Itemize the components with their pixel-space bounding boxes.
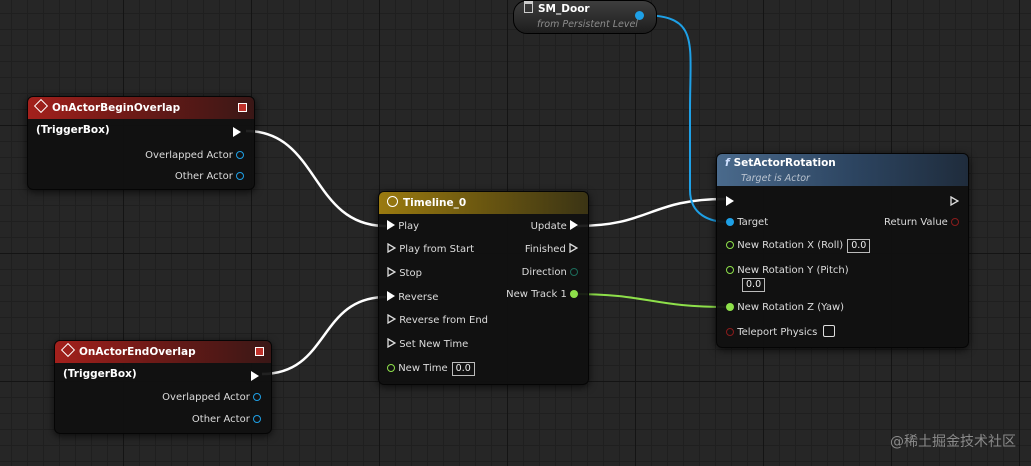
new-time-input[interactable]: 0.0: [451, 362, 475, 376]
enum-pin-icon: [570, 268, 578, 276]
exec-pin-icon: [387, 220, 395, 230]
set-rotation-title: SetActorRotation: [733, 157, 836, 169]
end-overlap-title: OnActorEndOverlap (TriggerBox): [63, 346, 196, 380]
object-pin-icon: [253, 415, 261, 423]
begin-overlapped-actor-pin[interactable]: Overlapped Actor: [145, 149, 244, 163]
begin-other-actor-pin[interactable]: Other Actor: [175, 170, 244, 184]
float-pin-icon: [570, 290, 578, 298]
on-actor-end-overlap-node[interactable]: OnActorEndOverlap (TriggerBox) Overlappe…: [54, 340, 272, 434]
event-diamond-icon: [33, 98, 49, 114]
sm-door-reference-node[interactable]: SM_Door from Persistent Level: [513, 0, 657, 34]
float-pin-icon: [726, 303, 734, 311]
teleport-physics-checkbox[interactable]: [823, 325, 836, 337]
timeline-node[interactable]: Timeline_0 Play Play from Start Stop Rev…: [378, 191, 589, 385]
sm-door-title: SM_Door: [538, 3, 590, 15]
set-rotation-exec-out[interactable]: [950, 196, 959, 206]
exec-pin-icon: [387, 338, 396, 348]
float-pin-icon: [387, 364, 395, 372]
delegate-pin-icon[interactable]: [255, 347, 264, 356]
watermark-text: @稀土掘金技术社区: [890, 434, 1016, 450]
exec-pin-icon: [570, 220, 578, 230]
float-pin-icon: [726, 266, 734, 274]
delegate-pin-icon[interactable]: [238, 103, 247, 112]
function-icon: f: [725, 157, 730, 169]
on-actor-begin-overlap-node[interactable]: OnActorBeginOverlap (TriggerBox) Overlap…: [27, 96, 255, 190]
object-pin-icon: [726, 218, 734, 226]
event-diamond-icon: [60, 342, 76, 358]
exec-pin-icon: [387, 267, 396, 277]
set-rotation-y-pin[interactable]: New Rotation Y (Pitch): [726, 264, 849, 278]
building-icon: [524, 1, 533, 13]
timeline-reverse-from-end-pin[interactable]: Reverse from End: [387, 314, 488, 328]
rotation-y-input[interactable]: 0.0: [742, 278, 766, 292]
set-rotation-x-pin[interactable]: New Rotation X (Roll) 0.0: [726, 239, 871, 253]
bool-pin-icon: [951, 218, 959, 226]
exec-pin-icon: [387, 291, 395, 301]
object-pin-icon: [253, 393, 261, 401]
timeline-finished-pin[interactable]: Finished: [525, 243, 578, 257]
set-rotation-return-value-pin[interactable]: Return Value: [884, 216, 959, 230]
set-rotation-teleport-pin[interactable]: Teleport Physics: [726, 325, 836, 340]
end-overlapped-actor-pin[interactable]: Overlapped Actor: [162, 391, 261, 405]
timeline-new-time-pin[interactable]: New Time 0.0: [387, 362, 475, 376]
bool-pin-icon: [726, 328, 734, 336]
timeline-direction-pin[interactable]: Direction: [522, 266, 578, 280]
exec-pin-icon: [569, 243, 578, 253]
timeline-play-from-start-pin[interactable]: Play from Start: [387, 243, 474, 257]
object-pin-icon: [236, 172, 244, 180]
set-rotation-target-pin[interactable]: Target: [726, 216, 768, 230]
end-overlap-exec-out[interactable]: [251, 371, 259, 381]
set-actor-rotation-node[interactable]: f SetActorRotation Target is Actor Target …: [716, 153, 969, 348]
exec-pin-icon: [387, 314, 396, 324]
exec-pin-icon: [387, 243, 396, 253]
sm-door-subtitle: from Persistent Level: [537, 19, 638, 30]
begin-overlap-title: OnActorBeginOverlap (TriggerBox): [36, 102, 181, 136]
timeline-stop-pin[interactable]: Stop: [387, 267, 422, 281]
timeline-reverse-pin[interactable]: Reverse: [387, 291, 438, 305]
timeline-update-pin[interactable]: Update: [531, 220, 578, 234]
begin-overlap-exec-out[interactable]: [233, 127, 241, 137]
set-rotation-subtitle: Target is Actor: [741, 173, 810, 184]
sm-door-output-pin[interactable]: [635, 11, 644, 20]
set-rotation-z-pin[interactable]: New Rotation Z (Yaw): [726, 301, 844, 315]
end-other-actor-pin[interactable]: Other Actor: [192, 413, 261, 427]
set-rotation-exec-in[interactable]: [726, 196, 734, 206]
rotation-x-input[interactable]: 0.0: [847, 239, 871, 253]
timeline-new-track-pin[interactable]: New Track 1: [506, 288, 578, 302]
object-pin-icon: [236, 151, 244, 159]
float-pin-icon: [726, 241, 734, 249]
timeline-title: Timeline_0: [403, 197, 467, 209]
clock-icon: [387, 196, 398, 207]
timeline-play-pin[interactable]: Play: [387, 220, 419, 234]
timeline-set-new-time-pin[interactable]: Set New Time: [387, 338, 468, 352]
